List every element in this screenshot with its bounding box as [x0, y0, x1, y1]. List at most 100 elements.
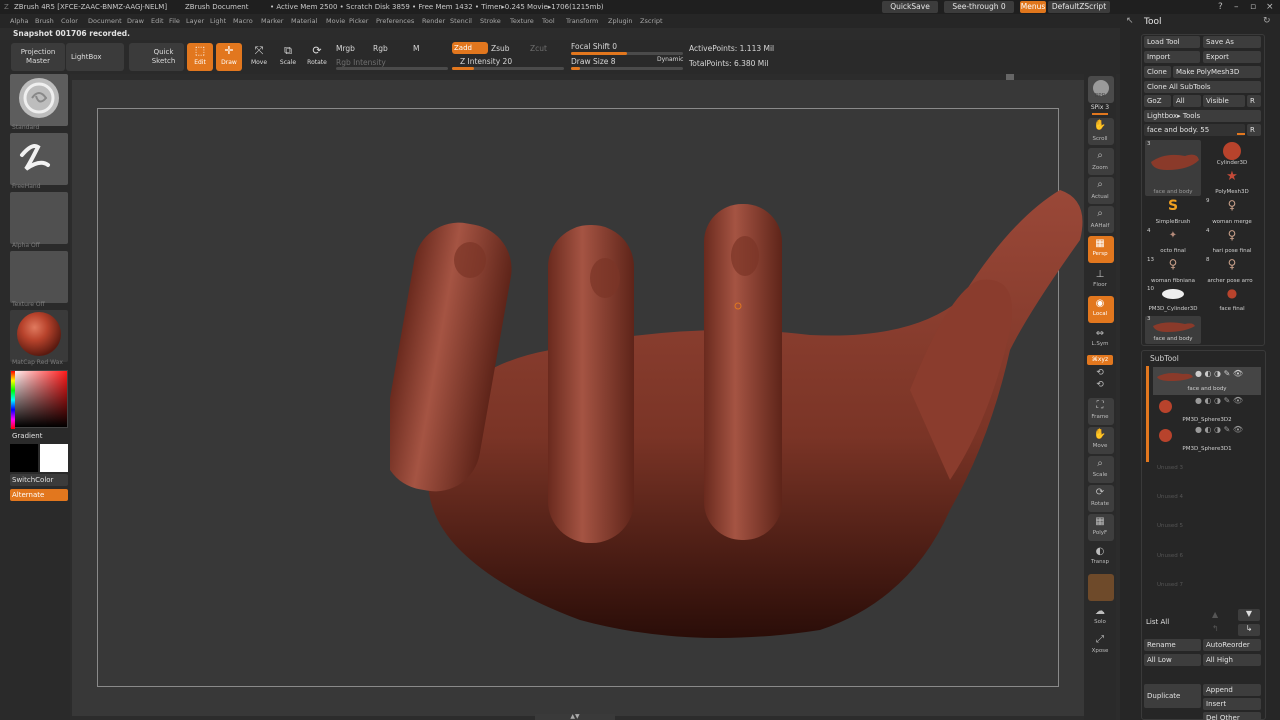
merge-up-icon[interactable]: ↰ [1212, 624, 1219, 633]
save-as-button[interactable]: Save As [1203, 36, 1261, 48]
alpha-picker[interactable] [10, 192, 68, 244]
z-intensity-track[interactable] [452, 67, 564, 70]
edit-button[interactable]: ⬚ Edit [187, 43, 213, 71]
menu-document[interactable]: Document [88, 14, 122, 28]
append-button[interactable]: Append [1203, 684, 1261, 696]
subtool-row-sphere3d1[interactable]: ● ◐ ◑ ✎ 👁 PM3D_Sphere3D1 [1153, 425, 1261, 453]
minimize-icon[interactable]: – [1234, 1, 1239, 13]
maximize-icon[interactable]: ▫ [1250, 1, 1256, 13]
menus-toggle[interactable]: Menus [1020, 1, 1046, 13]
tool-thumb-simplebrush[interactable]: S SimpleBrush [1145, 198, 1201, 226]
scale-button[interactable]: ⧉ Scale [275, 43, 301, 71]
menu-edit[interactable]: Edit [151, 14, 164, 28]
rotate-view-button[interactable]: ⟳ [1088, 485, 1114, 512]
goz-visible-button[interactable]: Visible [1203, 95, 1245, 107]
xpose-button[interactable]: ⤢ [1088, 632, 1114, 659]
brush-picker[interactable] [10, 74, 68, 126]
menu-file[interactable]: File [169, 14, 180, 28]
tool-thumb-woman-merge[interactable]: 9 ♀ woman merge [1204, 198, 1260, 226]
del-other-button[interactable]: Del Other [1203, 712, 1261, 720]
zsub-toggle[interactable]: Zsub [491, 44, 510, 53]
menu-macro[interactable]: Macro [233, 14, 253, 28]
draw-button[interactable]: ✛ Draw [216, 43, 242, 71]
menu-texture[interactable]: Texture [510, 14, 534, 28]
move-down-arrow-icon[interactable]: ▼ [1238, 609, 1260, 621]
menu-stroke[interactable]: Stroke [480, 14, 501, 28]
duplicate-button[interactable]: Duplicate [1144, 684, 1201, 708]
goz-all-button[interactable]: All [1173, 95, 1201, 107]
tool-thumb-face-and-body-2[interactable]: 3 face and body [1145, 316, 1201, 344]
current-tool-slider[interactable]: face and body. 55 [1144, 124, 1245, 136]
menu-marker[interactable]: Marker [261, 14, 283, 28]
tool-thumb-cylinder3d[interactable]: Cylinder3D [1204, 140, 1260, 168]
local-button[interactable]: ◉ [1088, 296, 1114, 323]
menu-brush[interactable]: Brush [35, 14, 54, 28]
switchcolor-button[interactable]: SwitchColor [10, 474, 68, 486]
menu-layer[interactable]: Layer [186, 14, 204, 28]
canvas-resize-handle[interactable] [1006, 74, 1014, 80]
m-toggle[interactable]: M [413, 44, 419, 53]
persp-button[interactable]: ▦ [1088, 236, 1114, 263]
insert-button[interactable]: Insert [1203, 698, 1261, 710]
menu-draw[interactable]: Draw [127, 14, 144, 28]
alternate-button[interactable]: Alternate [10, 489, 68, 501]
menu-zplugin[interactable]: Zplugin [608, 14, 633, 28]
menu-preferences[interactable]: Preferences [376, 14, 414, 28]
material-picker[interactable] [10, 310, 68, 362]
import-button[interactable]: Import [1144, 51, 1200, 63]
menu-color[interactable]: Color [61, 14, 78, 28]
help-icon[interactable]: ? [1218, 1, 1223, 13]
menu-movie[interactable]: Movie [326, 14, 345, 28]
list-all-button[interactable]: List All [1146, 618, 1169, 626]
hue-strip[interactable] [11, 371, 15, 429]
menu-tool[interactable]: Tool [542, 14, 555, 28]
floor-button[interactable]: ⊥ [1088, 267, 1114, 294]
menu-alpha[interactable]: Alpha [10, 14, 28, 28]
make-polymesh-button[interactable]: Make PolyMesh3D [1173, 66, 1261, 78]
subtool-visibility-icon[interactable]: ● ◐ ◑ ✎ 👁 [1195, 425, 1243, 434]
menu-picker[interactable]: Picker [349, 14, 368, 28]
load-tool-button[interactable]: Load Tool [1144, 36, 1200, 48]
z-intensity-slider[interactable]: Z Intensity 20 [460, 57, 512, 66]
subtool-row-sphere3d2[interactable]: ● ◐ ◑ ✎ 👁 PM3D_Sphere3D2 [1153, 396, 1261, 424]
z-rotate-icon[interactable]: ⟲ [1084, 380, 1116, 390]
subtool-visibility-icon[interactable]: ● ◐ ◑ ✎ 👁 [1195, 369, 1243, 378]
zadd-toggle[interactable]: Zadd [452, 42, 488, 54]
lightbox-button[interactable]: LightBox [66, 43, 124, 71]
main-color-swatch[interactable] [10, 444, 38, 472]
solo-button[interactable]: ☁ [1088, 604, 1114, 631]
all-high-button[interactable]: All High [1203, 654, 1261, 666]
close-icon[interactable]: × [1266, 1, 1274, 13]
default-zscript-button[interactable]: DefaultZScript [1048, 1, 1110, 13]
zbrush-logo-icon[interactable]: Z [4, 0, 9, 14]
draw-size-slider[interactable]: Draw Size 8 [571, 57, 616, 66]
current-tool-r-button[interactable]: R [1247, 124, 1261, 136]
rgb-toggle[interactable]: Rgb [373, 44, 388, 53]
texture-picker[interactable] [10, 251, 68, 303]
lsym-button[interactable]: ⇔ [1088, 326, 1114, 353]
color-picker[interactable] [10, 370, 68, 429]
transp-button[interactable]: ◐ [1088, 544, 1114, 571]
focal-shift-slider[interactable]: Focal Shift 0 [571, 42, 617, 51]
hand-sculpt-model[interactable] [390, 180, 1090, 650]
mrgb-toggle[interactable]: Mrgb [336, 44, 355, 53]
move-view-button[interactable]: ✋ [1088, 427, 1114, 454]
menu-transform[interactable]: Transform [566, 14, 598, 28]
ghost-button[interactable] [1088, 574, 1114, 601]
stroke-picker[interactable] [10, 133, 68, 185]
menu-stencil[interactable]: Stencil [450, 14, 472, 28]
subtool-scrollbar[interactable] [1146, 366, 1149, 462]
clone-all-subtools-button[interactable]: Clone All SubTools [1144, 81, 1261, 93]
palette-pin-icon[interactable]: ↖ [1126, 16, 1134, 26]
scale-view-button[interactable]: ⌕ [1088, 456, 1114, 483]
goz-button[interactable]: GoZ [1144, 95, 1171, 107]
rotate-button[interactable]: ⟳ Rotate [304, 43, 330, 71]
export-button[interactable]: Export [1203, 51, 1261, 63]
tool-thumb-hari-pose-final[interactable]: 4 ♀ hari pose final [1204, 228, 1260, 256]
y-rotate-icon[interactable]: ⟲ [1084, 368, 1116, 378]
menu-light[interactable]: Light [210, 14, 226, 28]
rgb-intensity-slider[interactable]: Rgb Intensity [336, 58, 386, 67]
menu-zscript[interactable]: Zscript [640, 14, 663, 28]
polyf-button[interactable]: ▦ [1088, 514, 1114, 541]
rename-button[interactable]: Rename [1144, 639, 1201, 651]
